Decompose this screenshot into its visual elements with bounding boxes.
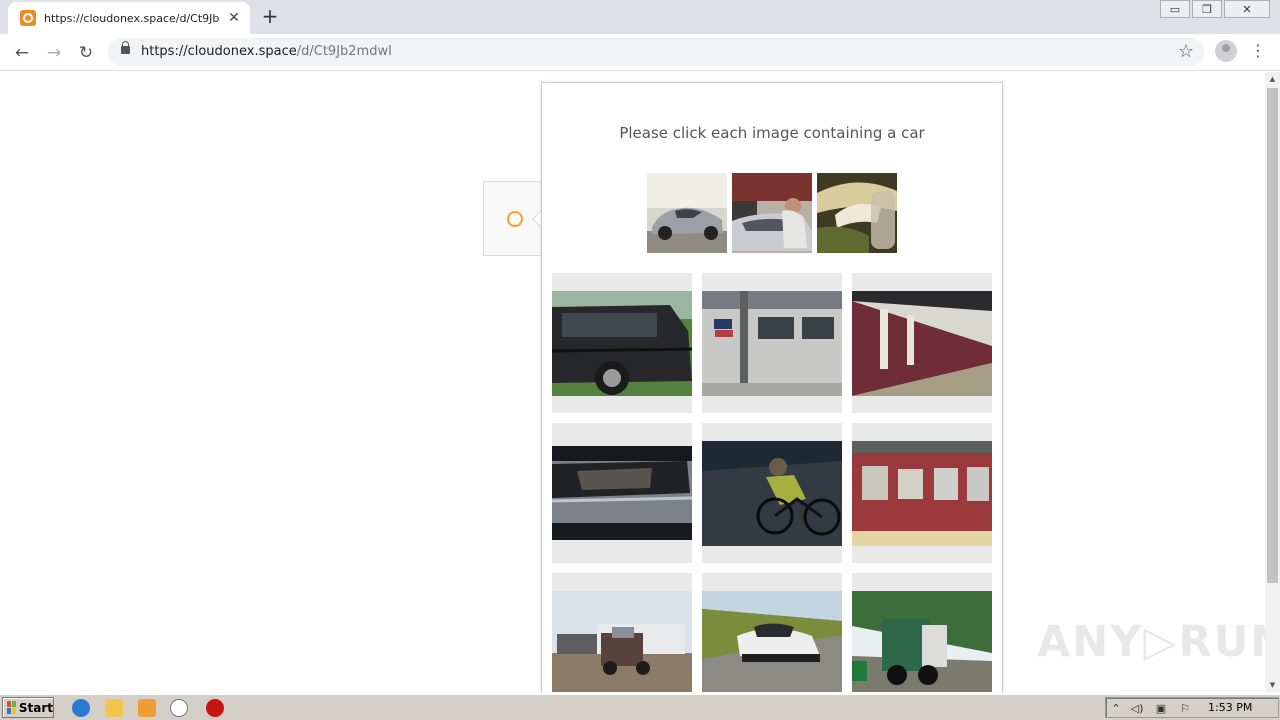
url-text[interactable]: https://cloudonex.space/d/Ct9Jb2mdwI <box>141 44 392 59</box>
captcha-challenge-panel: Please click each image containing a car <box>541 82 1003 692</box>
media-player-icon[interactable] <box>138 699 156 717</box>
alert-app-icon[interactable] <box>206 699 224 717</box>
browser-toolbar: ← → ↻ https://cloudonex.space/d/Ct9Jb2md… <box>0 34 1280 71</box>
browser-menu-icon[interactable]: ⋮ <box>1248 41 1268 60</box>
tile-image <box>702 591 842 692</box>
browser-titlebar: https://cloudonex.space/d/Ct9Jb2m ✕ + ▭ … <box>0 0 1280 34</box>
captcha-prompt: Please click each image containing a car <box>619 124 925 142</box>
tile-white-sports-car[interactable] <box>702 573 842 692</box>
example-car-dashboard <box>817 173 897 253</box>
scroll-thumb[interactable] <box>1267 88 1278 583</box>
tile-image <box>852 291 992 396</box>
tile-image <box>852 591 992 692</box>
tile-image <box>852 441 992 546</box>
chrome-icon[interactable] <box>170 699 188 717</box>
tile-image <box>552 291 692 396</box>
internet-explorer-icon[interactable] <box>72 699 90 717</box>
minimize-button[interactable]: ▭ <box>1160 0 1190 18</box>
example-silver-sports-car <box>647 173 727 253</box>
tile-image <box>702 441 842 546</box>
anyrun-watermark: ANY▷RUN <box>1037 617 1280 667</box>
scroll-down-icon[interactable]: ▼ <box>1265 678 1280 692</box>
bookmark-star-icon[interactable]: ☆ <box>1178 41 1194 62</box>
windows-logo-icon <box>7 701 16 714</box>
tile-silver-train[interactable] <box>702 273 842 413</box>
reload-button[interactable]: ↻ <box>74 41 98 65</box>
lock-icon <box>121 41 130 54</box>
forward-button[interactable]: → <box>42 41 66 65</box>
tile-garbage-truck[interactable] <box>852 573 992 692</box>
address-bar[interactable]: https://cloudonex.space/d/Ct9Jb2mdwI ☆ <box>108 38 1204 66</box>
url-host: https://cloudonex.space <box>141 44 297 59</box>
tile-car-window[interactable] <box>552 423 692 563</box>
site-favicon-icon <box>20 10 36 26</box>
file-explorer-icon[interactable] <box>105 699 123 717</box>
captcha-anchor[interactable] <box>483 181 552 256</box>
tile-image <box>702 291 842 396</box>
window-close-button[interactable]: ✕ <box>1224 0 1270 18</box>
windows-taskbar: Start ⌃ ◁) ▣ ⚐ 1:53 PM <box>0 694 1280 720</box>
back-button[interactable]: ← <box>10 41 34 65</box>
example-convertible-car <box>732 173 812 253</box>
profile-avatar-icon[interactable] <box>1215 40 1237 62</box>
tab-close-icon[interactable]: ✕ <box>226 10 242 26</box>
tile-image <box>552 446 692 540</box>
url-path: /d/Ct9Jb2mdwI <box>296 44 392 59</box>
network-icon[interactable]: ▣ <box>1154 702 1168 715</box>
captcha-spinner-icon <box>507 211 523 227</box>
start-button[interactable]: Start <box>2 697 54 718</box>
tile-semi-truck[interactable] <box>552 573 692 692</box>
volume-icon[interactable]: ◁) <box>1130 702 1144 715</box>
tile-black-wagon-car[interactable] <box>552 273 692 413</box>
tile-red-train-platform[interactable] <box>852 273 992 413</box>
window-controls: ▭ ❐ ✕ <box>1158 0 1270 18</box>
tab-title: https://cloudonex.space/d/Ct9Jb2m <box>44 11 220 25</box>
restore-button[interactable]: ❐ <box>1192 0 1222 18</box>
new-tab-button[interactable]: + <box>258 4 282 28</box>
clock[interactable]: 1:53 PM <box>1208 701 1252 714</box>
page-scrollbar[interactable]: ▲ ▼ <box>1265 72 1280 692</box>
page-viewport: Please click each image containing a car <box>0 72 1280 692</box>
tray-expand-icon[interactable]: ⌃ <box>1109 702 1123 715</box>
tile-image <box>552 591 692 692</box>
start-label: Start <box>18 700 53 715</box>
browser-tab[interactable]: https://cloudonex.space/d/Ct9Jb2m ✕ <box>8 2 250 34</box>
scroll-up-icon[interactable]: ▲ <box>1265 72 1280 86</box>
tile-red-train[interactable] <box>852 423 992 563</box>
system-tray: ⌃ ◁) ▣ ⚐ 1:53 PM <box>1105 697 1279 718</box>
tile-cyclist[interactable] <box>702 423 842 563</box>
action-center-flag-icon[interactable]: ⚐ <box>1178 702 1192 715</box>
